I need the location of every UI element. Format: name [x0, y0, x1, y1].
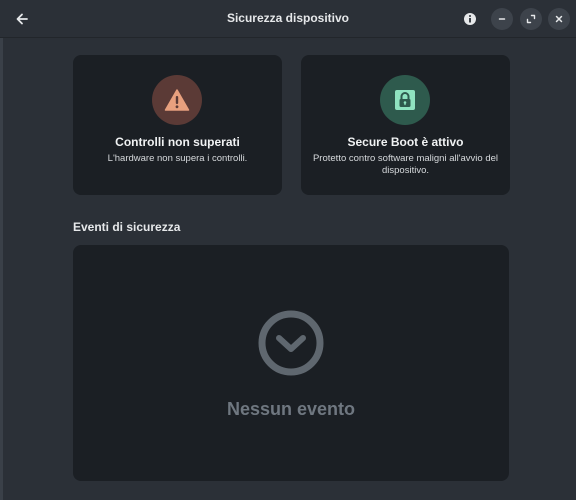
minimize-icon	[498, 18, 506, 20]
card-description: L'hardware non supera i controlli.	[107, 153, 248, 164]
maximize-button[interactable]	[520, 8, 542, 30]
close-button[interactable]	[548, 8, 570, 30]
security-events-heading: Eventi di sicurezza	[73, 220, 181, 234]
back-arrow-icon	[16, 13, 28, 25]
clock-icon	[258, 310, 324, 376]
hardware-checks-card: Controlli non superati L'hardware non su…	[73, 55, 282, 195]
empty-state-label: Nessun evento	[226, 399, 356, 419]
window-edge	[0, 37, 3, 500]
security-events-panel: Nessun evento	[73, 245, 509, 481]
info-icon	[464, 13, 476, 25]
back-button[interactable]	[10, 8, 34, 30]
header-bar: Sicurezza dispositivo	[0, 0, 576, 38]
security-window: Sicurezza dispositivo Controlli non supe…	[0, 0, 576, 500]
minimize-button[interactable]	[491, 8, 513, 30]
close-icon	[555, 15, 563, 23]
secure-boot-card: Secure Boot è attivo Protetto contro sof…	[301, 55, 510, 195]
lock-icon	[380, 75, 430, 125]
maximize-icon	[526, 14, 536, 24]
page-title: Sicurezza dispositivo	[226, 11, 350, 25]
card-description: Protetto contro software maligni all'avv…	[312, 153, 499, 176]
card-title: Controlli non superati	[115, 135, 240, 149]
card-title: Secure Boot è attivo	[347, 135, 464, 149]
info-button[interactable]	[459, 8, 481, 30]
warning-icon	[152, 75, 202, 125]
